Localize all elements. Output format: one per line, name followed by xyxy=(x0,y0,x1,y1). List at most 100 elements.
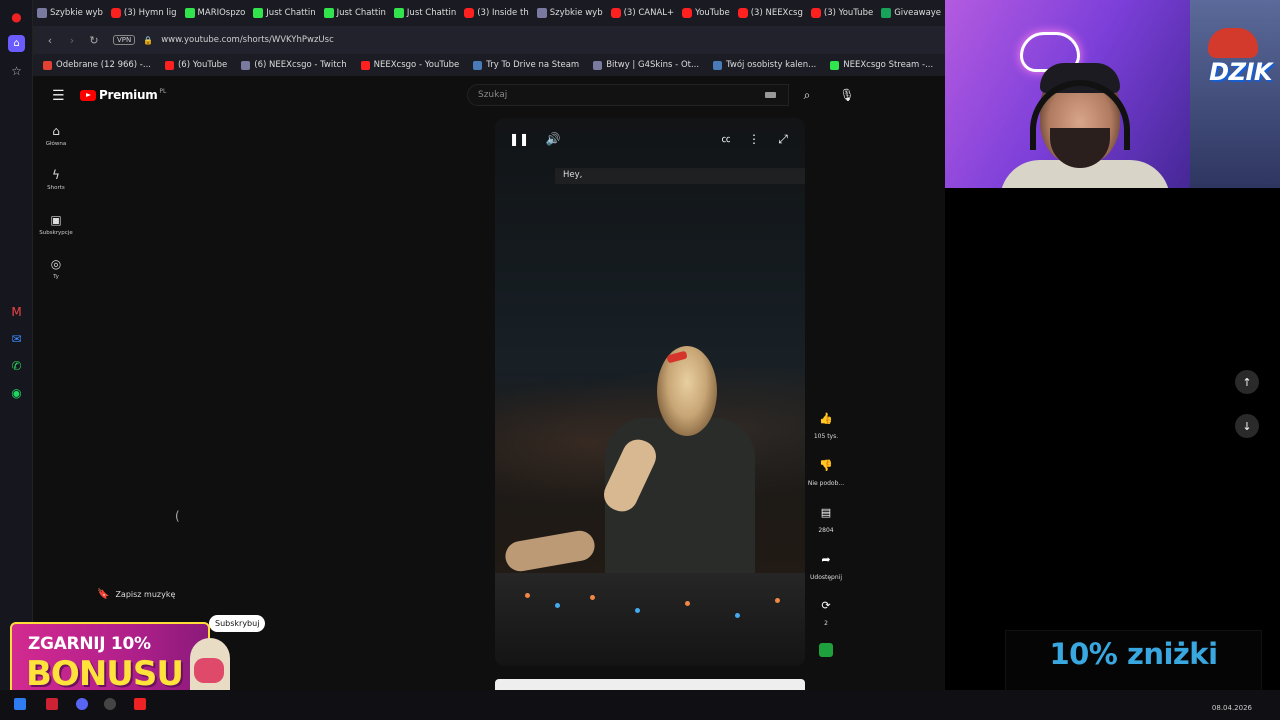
steam-icon xyxy=(713,60,723,70)
bookmark-icon[interactable]: ☆ xyxy=(8,62,25,79)
bookmark-item[interactable]: NEEXcsgo Stream -... xyxy=(830,60,933,70)
dzik-bull-logo xyxy=(1208,28,1258,58)
youtube-logo[interactable]: Premium PL xyxy=(80,88,166,102)
browser-tab[interactable]: Just Chattin xyxy=(390,0,460,26)
nav-shorts[interactable]: ϟ Shorts xyxy=(36,168,76,191)
thumbs-up-icon: 👍 xyxy=(819,411,833,425)
browser-tab[interactable]: Just Chattin xyxy=(249,0,319,26)
tab-label: (3) NEEXcsg xyxy=(750,8,803,18)
bookmark-item[interactable]: NEEXcsgo - YouTube xyxy=(360,60,459,70)
tab-label: (3) Hymn lig xyxy=(123,8,177,18)
nav-you-label: Ty xyxy=(53,274,59,280)
share-label: Udostępnij xyxy=(810,574,842,581)
bookmark-label: Twój osobisty kalen... xyxy=(726,60,817,70)
gmail-icon[interactable]: M xyxy=(8,303,25,320)
browser-tab[interactable]: Szybkie wyb xyxy=(533,0,607,26)
spotify-icon[interactable]: ◉ xyxy=(8,384,25,401)
bookmark-icon: 🔖 xyxy=(97,589,110,600)
bonus-line-2: BONUSU xyxy=(26,654,184,694)
vpn-badge[interactable]: VPN xyxy=(113,35,136,45)
subscribe-button[interactable]: Subskrybuj xyxy=(209,615,266,632)
next-short-preview[interactable] xyxy=(495,679,805,690)
taskbar-app-icon[interactable] xyxy=(104,698,116,710)
browser-tab[interactable]: (3) NEEXcsg xyxy=(734,0,807,26)
comment-icon: ▤ xyxy=(820,505,832,519)
browser-tab[interactable]: Giveawaye xyxy=(877,0,945,26)
yt-icon xyxy=(810,8,821,18)
nav-subscriptions[interactable]: ▣ Subskrypcje xyxy=(36,213,76,236)
windows-start-icon[interactable] xyxy=(14,698,26,710)
previous-short-button[interactable]: ↑ xyxy=(1235,370,1259,394)
bookmark-label: (6) NEEXcsgo - Twitch xyxy=(254,60,347,70)
yt-icon xyxy=(464,8,475,18)
share-button[interactable]: ➦ Udostępnij xyxy=(806,547,846,582)
bookmark-item[interactable]: (6) YouTube xyxy=(164,60,227,70)
more-options-icon[interactable]: ⋮ xyxy=(744,132,764,146)
remix-button[interactable]: ⟳ 2 xyxy=(806,593,846,628)
next-short-button[interactable]: ↓ xyxy=(1235,414,1259,438)
nav-home[interactable]: ⌂ Główna xyxy=(36,124,76,147)
yt-icon xyxy=(737,8,748,18)
browser-tab[interactable]: Szybkie wyb xyxy=(33,0,107,26)
url-field[interactable]: www.youtube.com/shorts/WVKYhPwzUsc xyxy=(161,35,334,45)
bonus-line-1: ZGARNIJ 10% xyxy=(28,634,151,654)
bookmark-label: Try To Drive na Steam xyxy=(486,60,580,70)
discord-icon[interactable] xyxy=(76,698,88,710)
mixer-knob xyxy=(735,613,740,618)
browser-tab[interactable]: Just Chattin xyxy=(320,0,390,26)
messenger-icon[interactable]: ✉ xyxy=(8,330,25,347)
like-button[interactable]: 👍 105 tys. xyxy=(806,406,846,441)
youtube-page: ☰ Premium PL Szukaj ⌕ 🎙 ⌂ Główna ϟ Short… xyxy=(33,76,945,690)
reload-icon[interactable]: ↻ xyxy=(83,34,105,47)
user-icon: ◎ xyxy=(50,257,62,271)
pause-icon[interactable]: ❚❚ xyxy=(509,132,529,146)
nav-shorts-label: Shorts xyxy=(47,185,65,191)
loading-spinner: ( xyxy=(175,509,180,523)
sheet-icon xyxy=(881,8,892,18)
keyboard-icon[interactable] xyxy=(765,92,776,98)
taskbar-app-icon[interactable] xyxy=(46,698,58,710)
search-placeholder: Szukaj xyxy=(478,90,508,100)
bookmark-item[interactable]: Try To Drive na Steam xyxy=(473,60,579,70)
captions-icon[interactable]: ㏄ xyxy=(716,132,736,145)
menu-icon[interactable]: ☰ xyxy=(52,88,65,104)
yt-icon xyxy=(164,60,174,70)
save-music-button[interactable]: 🔖 Zapisz muzykę xyxy=(97,589,175,600)
video-dj-arm-left xyxy=(503,528,597,574)
browser-tab[interactable]: (3) Inside th xyxy=(460,0,532,26)
video-mixer xyxy=(495,573,805,666)
thumbs-down-icon: 👎 xyxy=(819,458,833,472)
address-bar: ‹ › ↻ VPN 🔒 www.youtube.com/shorts/WVKYh… xyxy=(33,26,945,54)
browser-tab[interactable]: (3) YouTube xyxy=(807,0,877,26)
bookmark-item[interactable]: Twój osobisty kalen... xyxy=(713,60,816,70)
search-icon[interactable]: ⌕ xyxy=(796,84,818,106)
mixer-knob xyxy=(525,593,530,598)
browser-tab[interactable]: YouTube xyxy=(678,0,734,26)
opera-icon[interactable] xyxy=(134,698,146,710)
whatsapp-icon[interactable]: ✆ xyxy=(8,357,25,374)
dislike-button[interactable]: 👎 Nie podob... xyxy=(806,453,846,488)
fullscreen-icon[interactable]: ⤢ xyxy=(773,132,793,147)
browser-tab[interactable]: (3) Hymn lig xyxy=(107,0,181,26)
home-icon[interactable]: ⌂ xyxy=(8,35,25,52)
search-input[interactable]: Szukaj xyxy=(467,84,789,106)
opera-logo-icon[interactable]: ● xyxy=(8,8,25,25)
sound-thumbnail[interactable] xyxy=(806,643,846,657)
comments-button[interactable]: ▤ 2804 xyxy=(806,500,846,535)
bookmark-item[interactable]: Odebrane (12 966) -... xyxy=(43,60,151,70)
microphone-icon[interactable]: 🎙 xyxy=(836,84,858,106)
bookmarks-bar: Odebrane (12 966) -... (6) YouTube (6) NEE… xyxy=(33,54,945,76)
bookmark-item[interactable]: Bitwy | G4Skins - Ot... xyxy=(593,60,699,70)
browser-tab[interactable]: (3) CANAL+ xyxy=(607,0,679,26)
shorts-player[interactable]: ❚❚ 🔊 ㏄ ⋮ ⤢ Hey, xyxy=(495,118,805,666)
nav-you[interactable]: ◎ Ty xyxy=(36,257,76,280)
browser-tab[interactable]: MARIOspzo xyxy=(181,0,250,26)
mixer-knob xyxy=(590,595,595,600)
volume-icon[interactable]: 🔊 xyxy=(543,132,563,146)
forward-icon[interactable]: › xyxy=(61,34,83,47)
back-icon[interactable]: ‹ xyxy=(39,34,61,47)
tab-strip: Szybkie wyb (3) Hymn lig MARIOspzo Just Cha… xyxy=(33,0,945,26)
bookmark-item[interactable]: (6) NEEXcsgo - Twitch xyxy=(241,60,347,70)
grid-icon xyxy=(37,8,47,18)
logo-region: PL xyxy=(159,87,167,95)
